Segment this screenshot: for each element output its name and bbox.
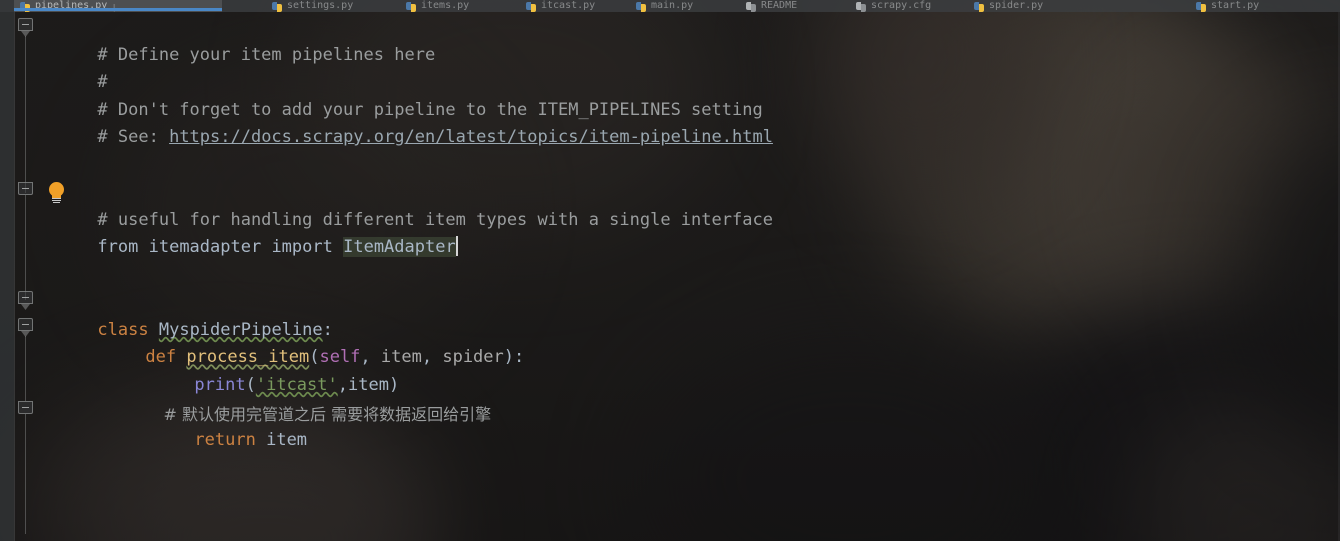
- fold-tip-class-body: [21, 304, 30, 310]
- tab-label: scrapy.cfg: [871, 0, 932, 11]
- python-file-icon: [974, 1, 985, 12]
- fold-line-comment-block: [25, 36, 26, 193]
- lightbulb-icon[interactable]: [48, 182, 65, 203]
- tab-label: itcast.py: [541, 0, 596, 11]
- fold-marker-class-body[interactable]: [18, 291, 33, 304]
- tab-label: spider.py: [989, 0, 1044, 11]
- tab-label: main.py: [651, 0, 694, 11]
- tab-scrapy-cfg[interactable]: scrapy.cfg: [850, 0, 962, 12]
- code-folding-rail[interactable]: [0, 12, 36, 541]
- text-file-icon: [856, 1, 867, 12]
- fold-line-imports-block: [25, 195, 26, 300]
- tab-main-py[interactable]: main.py: [630, 0, 734, 12]
- fold-line-return-block: [25, 414, 26, 534]
- python-file-icon: [526, 1, 537, 12]
- active-tab-indicator: [14, 8, 222, 11]
- python-file-icon: [272, 1, 283, 12]
- tab-label: README: [761, 0, 798, 11]
- editor-background-image: [0, 0, 1340, 541]
- fold-marker-comment-block[interactable]: [18, 18, 33, 31]
- text-file-icon: [746, 1, 757, 12]
- tab-readme[interactable]: README: [740, 0, 844, 12]
- tab-label: start.py: [1211, 0, 1260, 11]
- python-file-icon: [406, 1, 417, 12]
- tab-itcast-py[interactable]: itcast.py: [520, 0, 630, 12]
- python-file-icon: [636, 1, 647, 12]
- fold-line-method-body: [25, 336, 26, 401]
- fold-marker-method-body[interactable]: [18, 318, 33, 331]
- tab-start-py[interactable]: start.py: [1190, 0, 1320, 12]
- tab-items-py[interactable]: items.py: [400, 0, 508, 12]
- tab-settings-py[interactable]: settings.py: [266, 0, 386, 12]
- fold-marker-imports-block[interactable]: [18, 182, 33, 195]
- tab-label: items.py: [421, 0, 470, 11]
- ide-window: pipelines.py settings.py items.py itcast…: [0, 0, 1340, 541]
- tab-label: settings.py: [287, 0, 354, 11]
- fold-marker-return-block[interactable]: [18, 401, 33, 414]
- tab-spider-py[interactable]: spider.py: [968, 0, 1080, 12]
- python-file-icon: [1196, 1, 1207, 12]
